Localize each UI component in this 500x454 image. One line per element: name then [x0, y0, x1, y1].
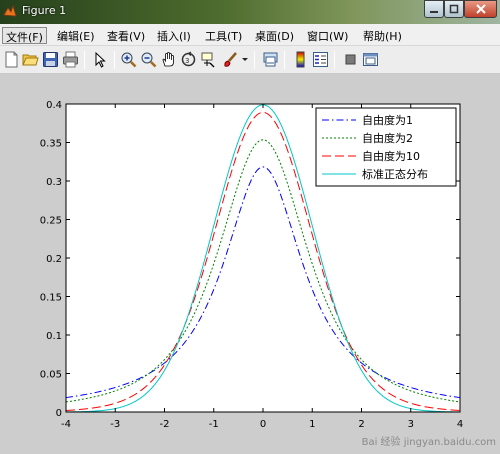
- x-tick-label: 0: [260, 419, 266, 430]
- legend-label-1: 自由度为1: [362, 113, 413, 127]
- x-tick-label: 4: [457, 419, 463, 430]
- matlab-figure-icon: [3, 4, 17, 17]
- x-tick-label: -1: [209, 419, 219, 430]
- zoom-in-icon[interactable]: [120, 51, 137, 68]
- arrow-select-icon[interactable]: [92, 51, 109, 68]
- x-tick-label: -3: [110, 419, 120, 430]
- toolbar-separator: [284, 51, 285, 69]
- figure-toolbar: 3: [0, 46, 500, 74]
- minimize-button[interactable]: [424, 0, 444, 18]
- toolbar-separator: [114, 51, 115, 69]
- toolbar-separator: [84, 51, 85, 69]
- menu-bar: 文件(F) 编辑(E) 查看(V) 插入(I) 工具(T) 桌面(D) 窗口(W…: [0, 24, 500, 46]
- line-chart[interactable]: -4 -3 -2 -1 0 1 2 3 4 0 0.05 0.1 0.15 0.2 0.25 0.3 0.35 0…: [0, 74, 500, 450]
- menu-help[interactable]: 帮助(H): [360, 27, 405, 44]
- menu-desktop[interactable]: 桌面(D): [252, 27, 297, 44]
- menu-window[interactable]: 窗口(W): [304, 27, 351, 44]
- hide-plot-tools-icon[interactable]: [342, 51, 359, 68]
- print-icon[interactable]: [62, 51, 79, 68]
- window-title: Figure 1: [22, 4, 67, 17]
- window-titlebar: Figure 1: [0, 0, 500, 24]
- new-figure-icon[interactable]: [3, 51, 20, 68]
- menu-tools[interactable]: 工具(T): [202, 27, 245, 44]
- open-file-icon[interactable]: [22, 51, 39, 68]
- x-tick-label: 3: [408, 419, 414, 430]
- y-tick-label: 0.3: [46, 177, 62, 188]
- x-tick-label: 2: [358, 419, 364, 430]
- data-cursor-icon[interactable]: [200, 51, 217, 68]
- show-plot-tools-icon[interactable]: [362, 51, 379, 68]
- rotate-3d-icon[interactable]: 3: [180, 51, 197, 68]
- brush-icon[interactable]: [222, 51, 239, 68]
- menu-view[interactable]: 查看(V): [104, 27, 148, 44]
- y-tick-label: 0.1: [46, 331, 62, 342]
- x-tick-label: -2: [160, 419, 170, 430]
- legend-label-2: 自由度为2: [362, 131, 413, 145]
- close-button[interactable]: [464, 0, 497, 18]
- chevron-down-icon[interactable]: [240, 51, 250, 68]
- close-icon: [475, 4, 486, 14]
- menu-edit[interactable]: 编辑(E): [54, 27, 98, 44]
- y-tick-label: 0.25: [40, 216, 62, 227]
- y-tick-label: 0.4: [46, 100, 62, 111]
- svg-text:3: 3: [185, 57, 189, 65]
- menu-insert[interactable]: 插入(I): [154, 27, 194, 44]
- y-tick-label: 0.2: [46, 254, 62, 265]
- figure-canvas: -4 -3 -2 -1 0 1 2 3 4 0 0.05 0.1 0.15 0.2 0.25 0.3 0.35 0…: [0, 74, 500, 450]
- maximize-button[interactable]: [444, 0, 464, 18]
- link-plot-icon[interactable]: [262, 51, 279, 68]
- x-tick-label: -4: [61, 419, 71, 430]
- minimize-icon: [430, 11, 438, 13]
- y-tick-label: 0.15: [40, 293, 62, 304]
- toolbar-separator: [254, 51, 255, 69]
- zoom-out-icon[interactable]: [140, 51, 157, 68]
- legend-icon[interactable]: [312, 51, 329, 68]
- y-tick-label: 0: [56, 408, 62, 419]
- legend-label-3: 自由度为10: [362, 149, 420, 163]
- pan-hand-icon[interactable]: [160, 51, 177, 68]
- y-tick-label: 0.05: [40, 370, 62, 381]
- watermark-text: Bai 经验 jingyan.baidu.com: [361, 437, 496, 448]
- maximize-icon: [449, 4, 459, 14]
- legend-label-4: 标准正态分布: [362, 167, 428, 181]
- toolbar-separator: [334, 51, 335, 69]
- menu-file[interactable]: 文件(F): [2, 27, 47, 44]
- colorbar-icon[interactable]: [292, 51, 309, 68]
- save-icon[interactable]: [42, 51, 59, 68]
- x-tick-label: 1: [309, 419, 315, 430]
- y-tick-label: 0.35: [40, 139, 62, 150]
